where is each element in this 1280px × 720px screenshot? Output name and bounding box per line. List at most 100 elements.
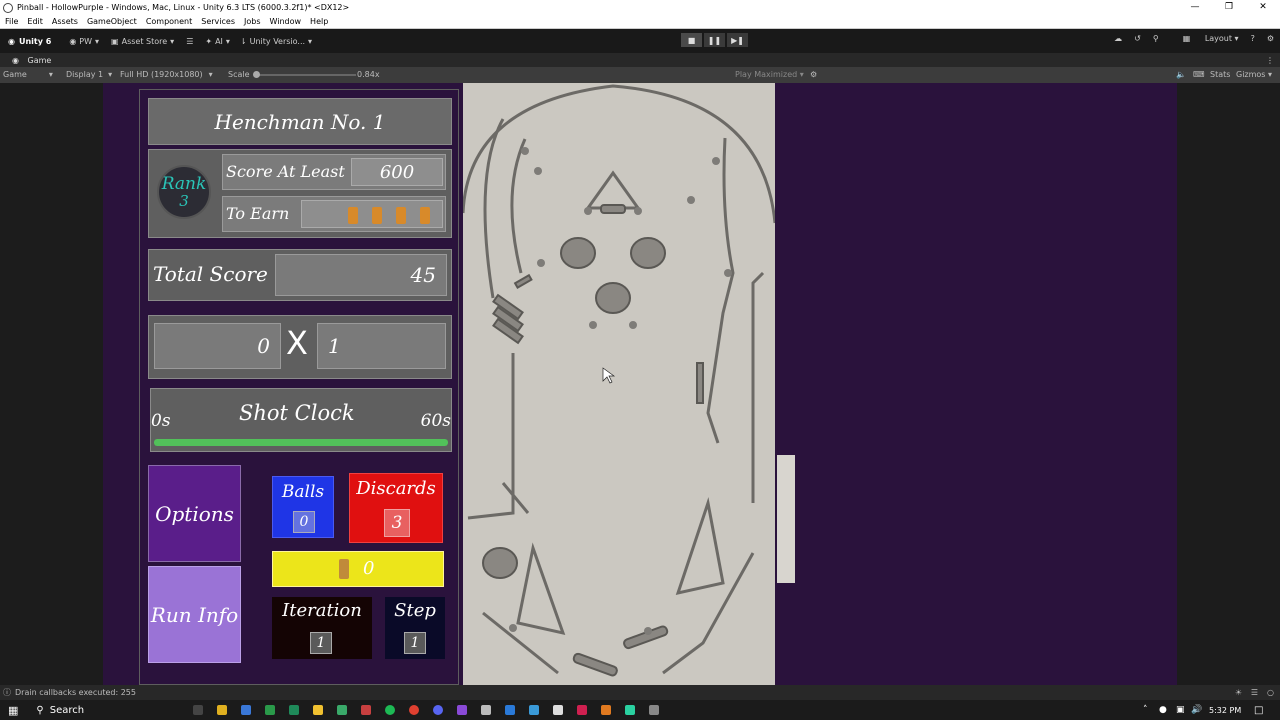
app-icon[interactable] bbox=[505, 705, 516, 715]
game-viewport[interactable]: Henchman No. 1 Rank 3 Score At Least 600… bbox=[0, 83, 1280, 685]
layout-icon: ▦ bbox=[1182, 34, 1193, 43]
app-icon[interactable] bbox=[457, 705, 468, 715]
options-button[interactable]: Options bbox=[148, 465, 241, 562]
pinball-board[interactable] bbox=[463, 83, 775, 685]
pause-button[interactable]: ❚❚ bbox=[704, 33, 725, 47]
asset-store-dropdown[interactable]: ▣ Asset Store ▾ bbox=[111, 37, 174, 46]
tab-game[interactable]: ◉ Game bbox=[6, 56, 51, 65]
layout-dropdown[interactable]: ▦ Layout ▾ bbox=[1171, 34, 1239, 43]
microphone-icon[interactable]: ● bbox=[1159, 705, 1167, 715]
lighting-icon[interactable]: ☀ bbox=[1235, 688, 1242, 697]
resolution-dropdown[interactable]: Full HD (1920x1080) ▾ bbox=[120, 70, 213, 79]
status-message[interactable]: Drain callbacks executed: 255 bbox=[15, 688, 136, 697]
discord-icon[interactable] bbox=[433, 705, 444, 715]
peg bbox=[584, 207, 592, 215]
gizmos-dropdown[interactable]: Gizmos ▾ bbox=[1236, 70, 1272, 79]
network-icon[interactable]: ▣ bbox=[1176, 705, 1185, 715]
taskbar-search[interactable]: ⚲ Search bbox=[26, 705, 186, 716]
menu-window[interactable]: Window bbox=[270, 17, 302, 26]
stats-button[interactable]: Stats bbox=[1210, 70, 1230, 79]
multiplier-left-value: 0 bbox=[257, 334, 270, 358]
menu-assets[interactable]: Assets bbox=[52, 17, 78, 26]
spotify-icon[interactable] bbox=[385, 705, 396, 715]
task-view-icon[interactable] bbox=[193, 705, 204, 715]
help-icon[interactable]: ? bbox=[1251, 34, 1255, 43]
stack-icon[interactable]: ☰ bbox=[1251, 688, 1258, 697]
stop-button[interactable]: ■ bbox=[681, 33, 702, 47]
layers-button[interactable]: ☰ bbox=[186, 37, 193, 46]
app-icon[interactable] bbox=[361, 705, 372, 715]
info-icon: ⓘ bbox=[3, 688, 11, 697]
ai-dropdown[interactable]: ✦ AI ▾ bbox=[205, 37, 230, 46]
peg bbox=[537, 259, 545, 267]
rank-value: 3 bbox=[179, 192, 189, 210]
game-mode-dropdown[interactable]: Game ▾ bbox=[3, 70, 53, 79]
account-button[interactable]: ◉ Unity 6 bbox=[8, 37, 51, 46]
scale-label: Scale bbox=[228, 70, 250, 79]
more-options-icon[interactable]: ⋮ bbox=[1266, 56, 1274, 65]
mute-audio-icon[interactable]: 🔈 bbox=[1176, 70, 1186, 79]
step-button[interactable]: ▶❚ bbox=[727, 33, 748, 47]
app-icon[interactable] bbox=[337, 705, 348, 715]
version-control-dropdown[interactable]: ⇂ Unity Versio... ▾ bbox=[240, 37, 312, 46]
menu-help[interactable]: Help bbox=[310, 17, 328, 26]
game-tab-bar: ◉ Game ⋮ bbox=[0, 53, 1280, 67]
taskbar-time[interactable]: 5:32 PM bbox=[1209, 706, 1241, 715]
close-button[interactable]: ✕ bbox=[1246, 0, 1280, 15]
app-icon[interactable] bbox=[289, 705, 300, 715]
scale-slider-track[interactable] bbox=[256, 74, 356, 76]
peg bbox=[589, 321, 597, 329]
app-icon[interactable] bbox=[217, 705, 228, 715]
restore-button[interactable]: ❐ bbox=[1212, 0, 1246, 15]
minimize-button[interactable]: — bbox=[1178, 0, 1212, 15]
discards-label: Discards bbox=[356, 478, 436, 499]
left-lane-rail bbox=[483, 118, 505, 299]
counter-token bbox=[339, 559, 349, 579]
tab-game-label: Game bbox=[27, 55, 52, 65]
file-explorer-icon[interactable] bbox=[313, 705, 324, 715]
progress-icon[interactable]: ○ bbox=[1267, 688, 1274, 697]
app-icon[interactable] bbox=[649, 705, 660, 715]
peg bbox=[712, 157, 720, 165]
app-icon[interactable] bbox=[481, 705, 492, 715]
settings-icon[interactable]: ⚙ bbox=[1267, 34, 1274, 43]
level-title-panel: Henchman No. 1 bbox=[148, 98, 452, 145]
menu-component[interactable]: Component bbox=[146, 17, 192, 26]
bug-icon[interactable]: ⚙ bbox=[810, 70, 817, 79]
run-info-button[interactable]: Run Info bbox=[148, 566, 241, 663]
app-icon[interactable] bbox=[601, 705, 612, 715]
keyboard-icon[interactable]: ⌨ bbox=[1193, 70, 1205, 79]
menu-file[interactable]: File bbox=[5, 17, 18, 26]
menu-edit[interactable]: Edit bbox=[27, 17, 43, 26]
display-dropdown[interactable]: Display 1 ▾ bbox=[66, 70, 112, 79]
cloud-icon[interactable]: ☁ bbox=[1114, 34, 1122, 43]
history-icon[interactable]: ↺ bbox=[1134, 34, 1141, 43]
menu-gameobject[interactable]: GameObject bbox=[87, 17, 137, 26]
pw-dropdown[interactable]: ◉ PW ▾ bbox=[69, 37, 99, 46]
scale-slider-handle[interactable] bbox=[253, 71, 260, 78]
version-control-label: Unity Versio... bbox=[249, 36, 306, 46]
play-mode-dropdown[interactable]: Play Maximized ▾ bbox=[735, 70, 804, 79]
notifications-icon[interactable]: □ bbox=[1254, 705, 1263, 716]
multiplier-left-box: 0 bbox=[154, 323, 281, 369]
balls-value: 0 bbox=[299, 514, 309, 530]
app-icon[interactable] bbox=[529, 705, 540, 715]
tray-chevron-icon[interactable]: ˄ bbox=[1143, 705, 1148, 715]
app-icon[interactable] bbox=[625, 705, 636, 715]
windows-start-icon[interactable]: ▦ bbox=[8, 704, 18, 717]
app-icon[interactable] bbox=[265, 705, 276, 715]
account-label: Unity 6 bbox=[18, 36, 52, 46]
multiplier-right-value: 1 bbox=[328, 334, 341, 358]
app-icon[interactable] bbox=[577, 705, 588, 715]
multiplier-panel: 0 X 1 bbox=[148, 315, 452, 379]
menu-jobs[interactable]: Jobs bbox=[244, 17, 261, 26]
menu-services[interactable]: Services bbox=[201, 17, 235, 26]
volume-icon[interactable]: 🔊 bbox=[1191, 705, 1202, 715]
bag-icon: ▣ bbox=[111, 36, 119, 46]
shot-clock-max: 60s bbox=[420, 411, 451, 431]
app-icon[interactable] bbox=[241, 705, 252, 715]
unity-taskbar-icon[interactable] bbox=[553, 705, 564, 715]
chrome-icon[interactable] bbox=[409, 705, 420, 715]
search-icon[interactable]: ⚲ bbox=[1153, 34, 1159, 43]
peg bbox=[644, 627, 652, 635]
